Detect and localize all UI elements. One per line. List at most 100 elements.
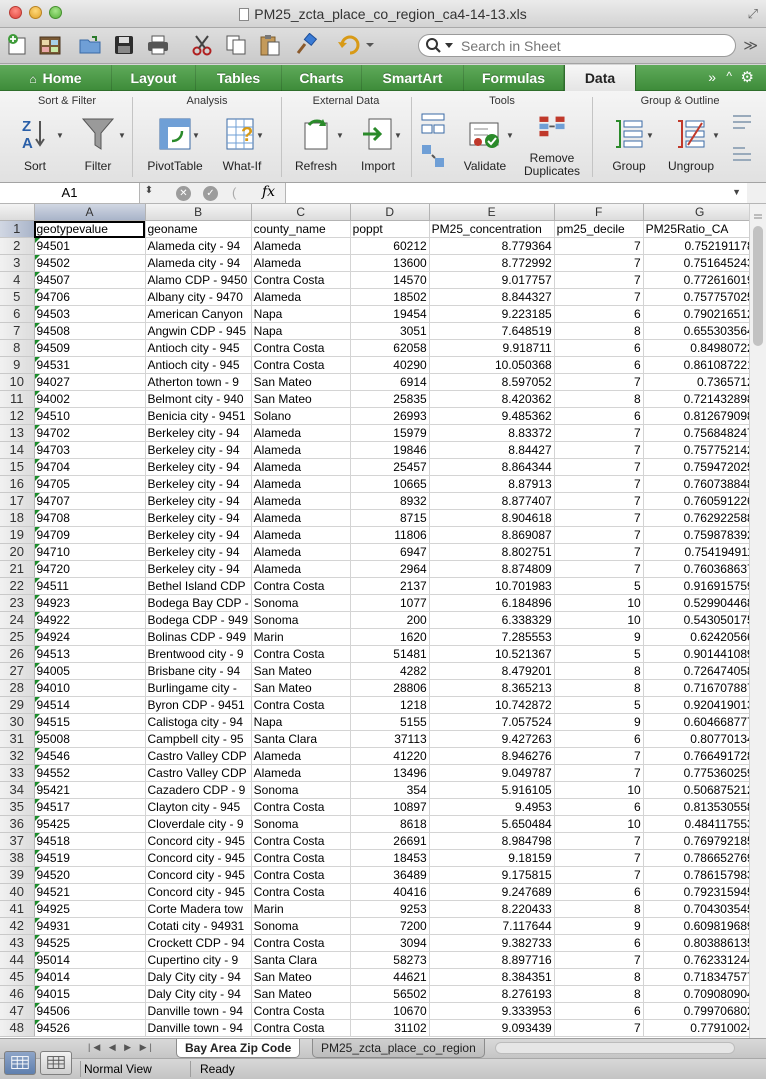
sheet-tab-pm25[interactable]: PM25_zcta_place_co_region <box>312 1039 485 1058</box>
row-header[interactable]: 48 <box>0 1019 35 1037</box>
cut-button[interactable] <box>190 33 214 57</box>
cell[interactable]: 6 <box>554 339 644 357</box>
cell[interactable]: 6 <box>554 730 644 748</box>
cell[interactable]: 0.609819689 <box>643 917 757 935</box>
cell[interactable]: 94931 <box>34 917 146 935</box>
cell[interactable]: 8 <box>554 679 644 697</box>
row-header[interactable]: 10 <box>0 373 35 391</box>
cell[interactable]: 7 <box>554 373 644 391</box>
cell[interactable]: Bethel Island CDP <box>145 577 252 595</box>
cell[interactable]: 0.786157983 <box>643 866 757 884</box>
cell[interactable]: Sonoma <box>251 594 351 612</box>
cell[interactable]: Alameda <box>251 288 351 306</box>
cell[interactable]: 95425 <box>34 815 146 833</box>
cell[interactable]: 8 <box>554 900 644 918</box>
cell[interactable]: 8.869087 <box>429 526 555 544</box>
cell[interactable]: 8618 <box>350 815 430 833</box>
cell[interactable]: 94552 <box>34 764 146 782</box>
cell[interactable]: Contra Costa <box>251 849 351 867</box>
cell[interactable]: 7 <box>554 509 644 527</box>
row-header[interactable]: 36 <box>0 815 35 833</box>
cell[interactable]: 5155 <box>350 713 430 731</box>
cell[interactable]: 2137 <box>350 577 430 595</box>
cell[interactable]: 7 <box>554 1019 644 1037</box>
cell[interactable]: 8.984798 <box>429 832 555 850</box>
cell[interactable]: 0.803886135 <box>643 934 757 952</box>
row-header[interactable]: 43 <box>0 934 35 952</box>
hide-detail-button[interactable] <box>730 145 754 167</box>
cell[interactable]: 8.220433 <box>429 900 555 918</box>
import-dropdown-icon[interactable]: ▼ <box>394 131 402 140</box>
cell[interactable]: Contra Costa <box>251 271 351 289</box>
cell[interactable]: 0.752191178 <box>643 237 757 255</box>
cell[interactable]: 6 <box>554 407 644 425</box>
cell[interactable]: 18453 <box>350 849 430 867</box>
cell[interactable]: Benicia city - 9451 <box>145 407 252 425</box>
cell[interactable]: Alameda <box>251 254 351 272</box>
row-header[interactable]: 15 <box>0 458 35 476</box>
row-header[interactable]: 39 <box>0 866 35 884</box>
cell[interactable]: 10 <box>554 815 644 833</box>
ribbon-collapse-icon[interactable]: ^ <box>726 69 732 83</box>
cell[interactable]: 94014 <box>34 968 146 986</box>
tab-home[interactable]: ⌂ Home <box>0 65 112 91</box>
refresh-button[interactable]: Refresh <box>288 115 344 173</box>
cell[interactable]: 9.18159 <box>429 849 555 867</box>
cell[interactable]: 94704 <box>34 458 146 476</box>
cell[interactable]: Sonoma <box>251 611 351 629</box>
cell[interactable]: 8 <box>554 390 644 408</box>
cell[interactable]: 0.757757025 <box>643 288 757 306</box>
cell[interactable]: 8.365213 <box>429 679 555 697</box>
cell[interactable]: 9.049787 <box>429 764 555 782</box>
cell[interactable]: 7 <box>554 543 644 561</box>
column-header[interactable]: F <box>554 204 644 221</box>
cell[interactable]: 95014 <box>34 951 146 969</box>
cell[interactable]: 0.704303545 <box>643 900 757 918</box>
cell[interactable]: 94509 <box>34 339 146 357</box>
tab-formulas[interactable]: Formulas <box>464 65 564 91</box>
cell[interactable]: 6947 <box>350 543 430 561</box>
cell[interactable]: 9253 <box>350 900 430 918</box>
cell[interactable]: 94531 <box>34 356 146 374</box>
cell[interactable]: 6 <box>554 798 644 816</box>
cell[interactable]: San Mateo <box>251 679 351 697</box>
cell[interactable]: 94517 <box>34 798 146 816</box>
cell[interactable]: Alamo CDP - 9450 <box>145 271 252 289</box>
cell[interactable]: Alameda <box>251 458 351 476</box>
cell[interactable]: 37113 <box>350 730 430 748</box>
cell[interactable]: 0.655303564 <box>643 322 757 340</box>
cell[interactable]: 19846 <box>350 441 430 459</box>
search-icon[interactable] <box>425 37 457 54</box>
cell[interactable]: Bodega CDP - 949 <box>145 611 252 629</box>
cell[interactable]: 94510 <box>34 407 146 425</box>
cell[interactable]: Daly City city - 94 <box>145 985 252 1003</box>
row-header[interactable]: 8 <box>0 339 35 357</box>
cell[interactable]: Contra Costa <box>251 798 351 816</box>
cell[interactable]: pm25_decile <box>554 220 644 238</box>
cell[interactable]: Contra Costa <box>251 696 351 714</box>
cell[interactable]: Alameda <box>251 237 351 255</box>
cell[interactable]: geotypevalue <box>34 220 146 238</box>
row-header[interactable]: 32 <box>0 747 35 765</box>
row-header[interactable]: 40 <box>0 883 35 901</box>
cell[interactable]: 0.762331244 <box>643 951 757 969</box>
tab-data[interactable]: Data <box>564 65 636 92</box>
cell[interactable]: 8.904618 <box>429 509 555 527</box>
cell[interactable]: 0.484117553 <box>643 815 757 833</box>
cell[interactable]: 25457 <box>350 458 430 476</box>
cell[interactable]: 8 <box>554 968 644 986</box>
cell[interactable]: Napa <box>251 322 351 340</box>
cell[interactable]: Contra Costa <box>251 577 351 595</box>
cell[interactable]: 9 <box>554 713 644 731</box>
cell[interactable]: American Canyon <box>145 305 252 323</box>
cell[interactable]: 0.790216512 <box>643 305 757 323</box>
cell[interactable]: Sonoma <box>251 815 351 833</box>
cell[interactable]: 3051 <box>350 322 430 340</box>
insert-function-button[interactable]: fx <box>262 184 275 200</box>
cell[interactable]: 10897 <box>350 798 430 816</box>
cell[interactable]: Alameda <box>251 526 351 544</box>
cell[interactable]: 94709 <box>34 526 146 544</box>
cell[interactable]: Alameda city - 94 <box>145 254 252 272</box>
cell[interactable]: 94703 <box>34 441 146 459</box>
cell[interactable]: 56502 <box>350 985 430 1003</box>
